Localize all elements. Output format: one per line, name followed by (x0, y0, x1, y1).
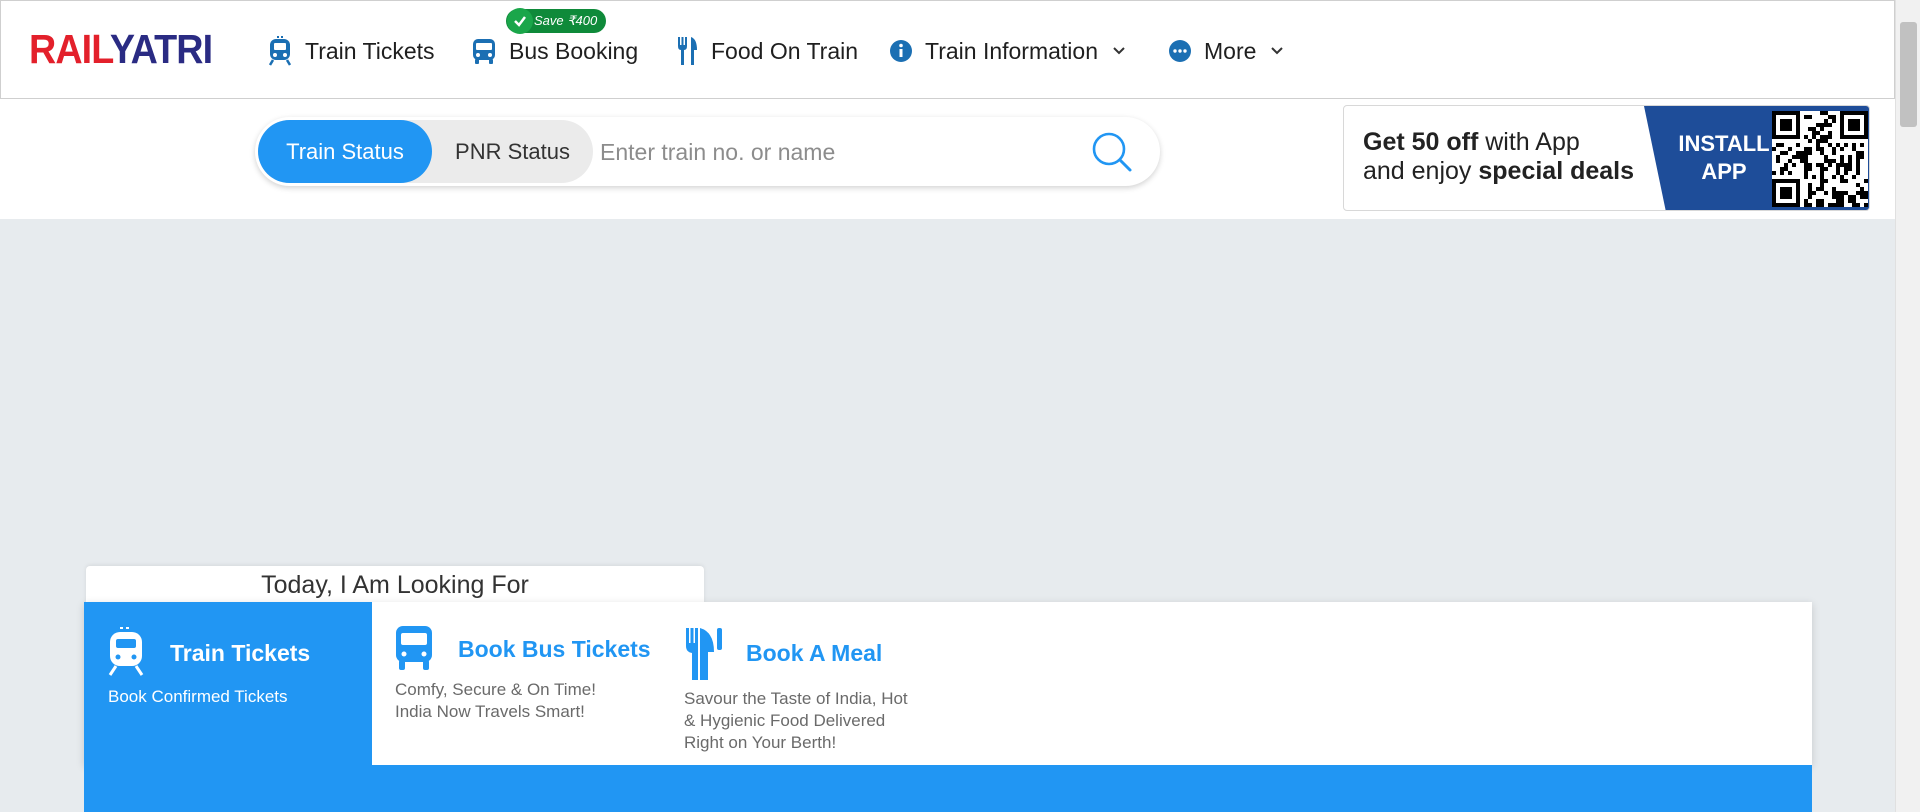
card-book-meal-subtitle-1: Savour the Taste of India, Hot (684, 689, 908, 708)
nav-bus-booking[interactable]: Bus Booking (471, 31, 638, 71)
save-badge: Save ₹400 (506, 8, 606, 34)
nav-train-tickets-label: Train Tickets (305, 37, 435, 64)
card-bus-tickets-subtitle-2: India Now Travels Smart! (395, 702, 585, 721)
railyatri-logo[interactable]: RAILYATRI (29, 26, 213, 72)
save-badge-text: Save ₹400 (534, 13, 598, 28)
bus-icon (473, 39, 495, 64)
nav-train-information[interactable]: Train Information (889, 31, 1126, 71)
card-bus-tickets[interactable]: Book Bus Tickets Comfy, Secure & On Time… (372, 602, 660, 765)
nav-train-information-label: Train Information (925, 37, 1098, 64)
card-train-tickets[interactable]: Train Tickets Book Confirmed Tickets (84, 602, 372, 765)
fork-knife-icon (678, 37, 697, 65)
fork-knife-icon (686, 628, 722, 680)
tab-train-status[interactable]: Train Status (258, 120, 432, 183)
booking-panel-top (84, 765, 1812, 812)
qr-code-icon (1772, 111, 1868, 207)
nav-train-tickets[interactable]: Train Tickets (267, 31, 435, 71)
looking-for-heading: Today, I Am Looking For (86, 566, 704, 604)
chevron-down-icon (1113, 47, 1125, 55)
chevron-down-icon (1271, 47, 1284, 55)
promo-text: Get 50 off with App and enjoy special de… (1363, 128, 1634, 186)
app-promo-banner[interactable]: Get 50 off with App and enjoy special de… (1343, 105, 1870, 211)
status-toggle: Train Status PNR Status (258, 120, 593, 183)
card-bus-tickets-title: Book Bus Tickets (458, 636, 651, 662)
nav-food-on-train[interactable]: Food On Train (675, 31, 858, 71)
install-app-label: INSTALL APP (1678, 131, 1770, 184)
search-button[interactable] (1090, 130, 1134, 174)
card-book-meal-title: Book A Meal (746, 640, 883, 666)
card-book-meal-subtitle-3: Right on Your Berth! (684, 733, 837, 752)
nav-food-on-train-label: Food On Train (711, 37, 859, 64)
logo-rail-text: RAIL (29, 26, 111, 72)
card-bus-tickets-subtitle-1: Comfy, Secure & On Time! (395, 680, 596, 699)
promo-line-2: and enjoy special deals (1363, 157, 1635, 185)
promo-line-1: Get 50 off with App (1363, 128, 1580, 156)
info-icon (890, 40, 912, 62)
page-scrollbar[interactable] (1895, 0, 1920, 812)
card-book-meal[interactable]: Book A Meal Savour the Taste of India, H… (660, 602, 960, 765)
scrollbar-thumb[interactable] (1900, 22, 1917, 127)
card-book-meal-subtitle-2: & Hygienic Food Delivered (684, 711, 886, 730)
more-dots-icon (1169, 40, 1191, 62)
card-train-tickets-title: Train Tickets (170, 640, 311, 666)
search-input[interactable] (600, 127, 1070, 177)
card-train-tickets-subtitle: Book Confirmed Tickets (108, 687, 288, 706)
service-cards: Train Tickets Book Confirmed Tickets Boo… (84, 602, 1812, 765)
train-icon (108, 627, 144, 676)
status-search-bar: Train Status PNR Status (255, 117, 1160, 186)
logo-yatri-text: YATRI (109, 26, 213, 72)
bus-icon (396, 626, 432, 670)
nav-more-label: More (1204, 37, 1257, 64)
install-app-button[interactable]: INSTALL APP (1644, 106, 1869, 210)
tab-pnr-status[interactable]: PNR Status (432, 120, 593, 183)
nav-more[interactable]: More (1168, 31, 1284, 71)
top-header: RAILYATRI Train Tickets Save ₹400 Bus Bo… (0, 0, 1895, 99)
train-icon (268, 36, 292, 66)
nav-bus-booking-label: Bus Booking (509, 37, 639, 64)
search-icon (1092, 132, 1132, 172)
